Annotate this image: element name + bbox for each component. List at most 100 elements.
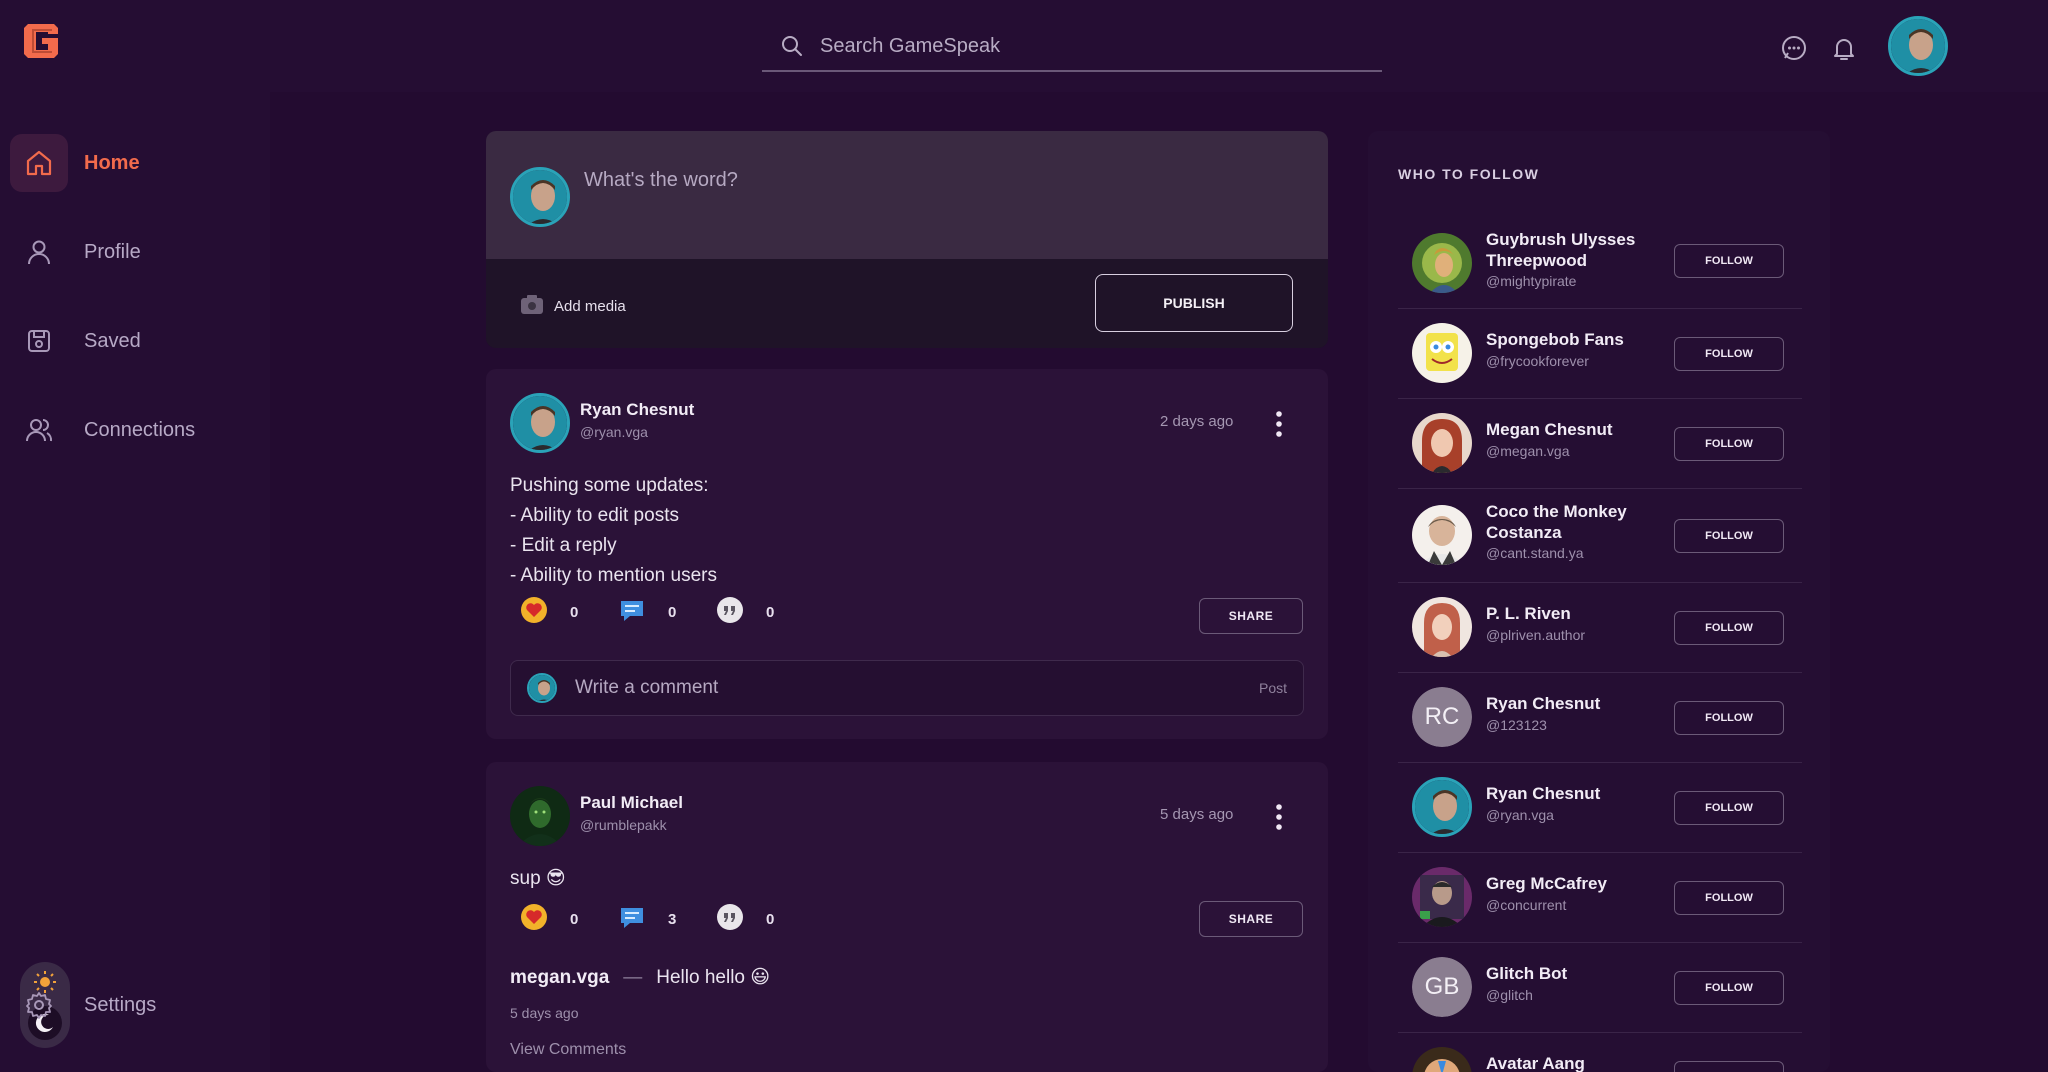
sidebar-item-profile[interactable]: Profile xyxy=(10,223,260,281)
comment-button[interactable]: 3 xyxy=(618,903,676,936)
view-comments-link[interactable]: View Comments xyxy=(510,1041,626,1059)
follow-name[interactable]: Ryan Chesnut xyxy=(1486,783,1676,804)
follow-button[interactable]: FOLLOW xyxy=(1674,337,1784,371)
avatar-initials: RC xyxy=(1412,687,1472,747)
home-icon xyxy=(10,134,68,192)
follow-button[interactable]: FOLLOW xyxy=(1674,519,1784,553)
user-icon xyxy=(10,223,68,281)
author-avatar[interactable] xyxy=(510,393,570,453)
comment-button[interactable]: 0 xyxy=(618,596,676,629)
post-comment-button[interactable]: Post xyxy=(1259,680,1287,696)
follow-button[interactable]: FOLLOW xyxy=(1674,701,1784,735)
follow-button[interactable]: FOLLOW xyxy=(1674,791,1784,825)
bell-icon[interactable] xyxy=(1830,34,1858,62)
follow-avatar[interactable] xyxy=(1412,413,1472,473)
follow-button[interactable]: FOLLOW xyxy=(1674,611,1784,645)
follow-row: GB Glitch Bot @glitch FOLLOW xyxy=(1398,943,1802,1033)
follow-button[interactable]: FOLLOW xyxy=(1674,971,1784,1005)
sidebar-item-label: Profile xyxy=(84,240,141,263)
follow-row: Greg McCafrey @concurrent FOLLOW xyxy=(1398,853,1802,943)
gear-icon xyxy=(10,976,68,1034)
post-body: sup 😎 xyxy=(510,868,566,889)
author-handle: @ryan.vga xyxy=(580,424,648,440)
user-avatar[interactable] xyxy=(1888,16,1948,76)
post-card: Paul Michael @rumblepakk 5 days ago sup … xyxy=(486,762,1328,1072)
follow-button[interactable]: FOLLOW xyxy=(1674,1061,1784,1072)
search-bar[interactable] xyxy=(762,22,1382,72)
follow-avatar[interactable] xyxy=(1412,233,1472,293)
follow-avatar[interactable]: RC xyxy=(1412,687,1472,747)
sidebar-item-label: Saved xyxy=(84,329,141,352)
follow-name[interactable]: Guybrush Ulysses Threepwood xyxy=(1486,229,1676,271)
follow-row: P. L. Riven @plriven.author FOLLOW xyxy=(1398,583,1802,673)
reply-separator: — xyxy=(623,966,643,988)
follow-name[interactable]: Spongebob Fans xyxy=(1486,329,1676,350)
follow-row: Ryan Chesnut @ryan.vga FOLLOW xyxy=(1398,763,1802,853)
comment-field[interactable]: Write a comment Post xyxy=(510,660,1304,716)
follow-button[interactable]: FOLLOW xyxy=(1674,427,1784,461)
follow-row: Avatar Aang FOLLOW xyxy=(1398,1033,1802,1072)
comment-input[interactable]: Write a comment xyxy=(575,677,718,699)
follow-name[interactable]: Ryan Chesnut xyxy=(1486,693,1676,714)
quote-count: 0 xyxy=(766,911,775,928)
like-button[interactable]: 0 xyxy=(520,596,578,629)
who-to-follow-panel: WHO TO FOLLOW Guybrush Ulysses Threepwoo… xyxy=(1368,131,1830,1072)
comment-count: 0 xyxy=(668,604,677,621)
sidebar-item-settings[interactable]: Settings xyxy=(10,976,260,1034)
quote-button[interactable]: 0 xyxy=(716,596,774,629)
follow-button[interactable]: FOLLOW xyxy=(1674,881,1784,915)
sidebar-item-home[interactable]: Home xyxy=(10,134,260,192)
publish-button[interactable]: PUBLISH xyxy=(1095,274,1293,332)
author-name[interactable]: Ryan Chesnut xyxy=(580,400,694,420)
follow-name[interactable]: P. L. Riven xyxy=(1486,603,1676,624)
quote-icon xyxy=(716,596,744,629)
follow-name[interactable]: Avatar Aang xyxy=(1486,1053,1676,1072)
composer-input[interactable]: What's the word? xyxy=(584,169,738,192)
follow-name[interactable]: Coco the Monkey Costanza xyxy=(1486,501,1676,543)
comment-count: 3 xyxy=(668,911,677,928)
follow-name[interactable]: Greg McCafrey xyxy=(1486,873,1676,894)
search-input[interactable] xyxy=(820,34,1360,58)
composer-avatar xyxy=(510,167,570,227)
follow-avatar[interactable] xyxy=(1412,597,1472,657)
share-button[interactable]: SHARE xyxy=(1199,901,1303,937)
camera-icon xyxy=(520,293,544,320)
follow-row: RC Ryan Chesnut @123123 FOLLOW xyxy=(1398,673,1802,763)
comment-icon xyxy=(618,596,646,629)
more-options-icon[interactable] xyxy=(1275,803,1283,831)
follow-button[interactable]: FOLLOW xyxy=(1674,244,1784,278)
post-time: 5 days ago xyxy=(1160,806,1234,823)
reply-time: 5 days ago xyxy=(510,1005,579,1021)
follow-name[interactable]: Megan Chesnut xyxy=(1486,419,1676,440)
like-count: 0 xyxy=(570,604,579,621)
who-to-follow-title: WHO TO FOLLOW xyxy=(1398,166,1540,182)
comment-icon xyxy=(618,903,646,936)
author-name[interactable]: Paul Michael xyxy=(580,793,683,813)
reply-line: megan.vga — Hello hello 😃 xyxy=(510,966,770,989)
follow-name[interactable]: Glitch Bot xyxy=(1486,963,1676,984)
reply-author[interactable]: megan.vga xyxy=(510,967,609,989)
sidebar-item-connections[interactable]: Connections xyxy=(10,401,260,459)
follow-handle: @concurrent xyxy=(1486,897,1567,913)
follow-row: Guybrush Ulysses Threepwood @mightypirat… xyxy=(1398,219,1802,309)
chat-bubble-icon[interactable] xyxy=(1780,34,1808,62)
follow-handle: @plriven.author xyxy=(1486,627,1586,643)
quote-button[interactable]: 0 xyxy=(716,903,774,936)
follow-handle: @megan.vga xyxy=(1486,443,1570,459)
more-options-icon[interactable] xyxy=(1275,410,1283,438)
follow-avatar[interactable] xyxy=(1412,777,1472,837)
follow-avatar[interactable] xyxy=(1412,323,1472,383)
like-button[interactable]: 0 xyxy=(520,903,578,936)
follow-avatar[interactable] xyxy=(1412,505,1472,565)
follow-avatar[interactable]: GB xyxy=(1412,957,1472,1017)
sidebar-item-saved[interactable]: Saved xyxy=(10,312,260,370)
follow-avatar[interactable] xyxy=(1412,1047,1472,1072)
gamespeak-logo-icon[interactable] xyxy=(22,20,62,62)
top-bar xyxy=(0,0,2048,92)
follow-avatar[interactable] xyxy=(1412,867,1472,927)
settings-label: Settings xyxy=(84,993,157,1016)
post-composer: What's the word? Add media PUBLISH xyxy=(486,131,1328,348)
add-media-button[interactable]: Add media xyxy=(520,293,626,320)
share-button[interactable]: SHARE xyxy=(1199,598,1303,634)
author-avatar[interactable] xyxy=(510,786,570,846)
